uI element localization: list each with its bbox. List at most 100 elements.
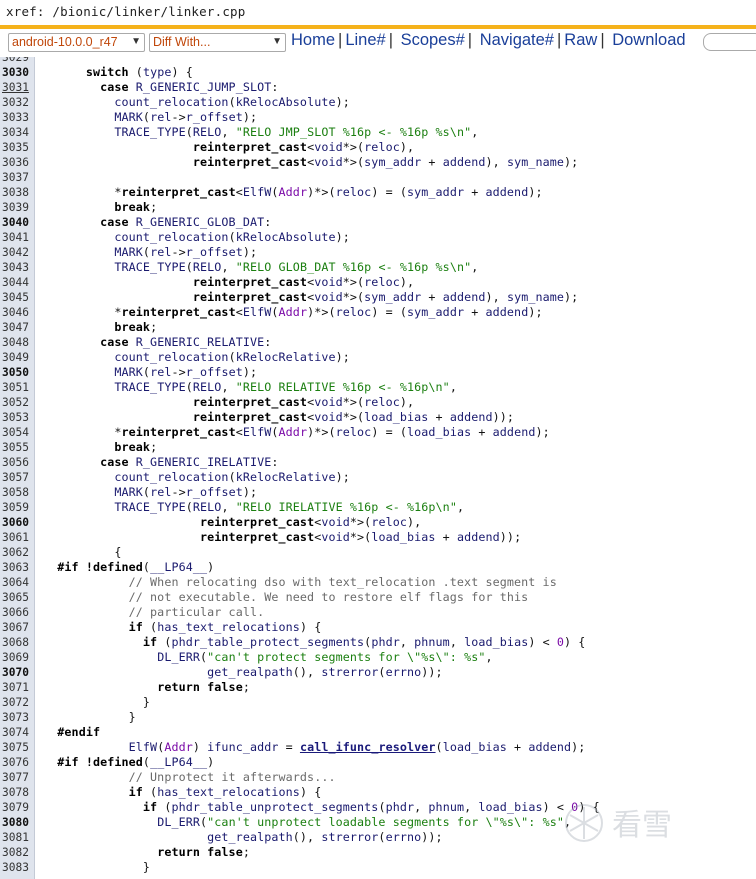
line-number-link[interactable]: 3030 xyxy=(2,65,29,80)
code-line: 3034 TRACE_TYPE(RELO, "RELO JMP_SLOT %16… xyxy=(0,125,756,140)
line-number-link[interactable]: 3034 xyxy=(2,125,29,140)
line-number-link[interactable]: 3056 xyxy=(2,455,29,470)
line-number-link[interactable]: 3080 xyxy=(2,815,29,830)
code-text: count_relocation(kRelocRelative); xyxy=(114,470,350,484)
code-text: break; xyxy=(114,200,158,214)
nav-navigate-link[interactable]: Navigate# xyxy=(480,31,554,49)
line-number-link[interactable]: 3044 xyxy=(2,275,29,290)
line-number-link[interactable]: 3072 xyxy=(2,695,29,710)
line-number-link[interactable]: 3051 xyxy=(2,380,29,395)
chevron-down-icon: ▼ xyxy=(272,36,282,47)
code-view: 3029 3030 switch (type) {3031 case R_GENE… xyxy=(0,57,756,879)
code-text: if (phdr_table_unprotect_segments(phdr, … xyxy=(142,800,600,814)
code-line: 3070 get_realpath(), strerror(errno)); xyxy=(0,665,756,680)
line-number-link[interactable]: 3053 xyxy=(2,410,29,425)
line-number-link[interactable]: 3035 xyxy=(2,140,29,155)
code-text: get_realpath(), strerror(errno)); xyxy=(207,665,443,679)
code-line: 3065 // not executable. We need to resto… xyxy=(0,590,756,605)
line-number-link[interactable]: 3048 xyxy=(2,335,29,350)
line-number-link[interactable]: 3033 xyxy=(2,110,29,125)
line-number-link[interactable]: 3049 xyxy=(2,350,29,365)
code-text: // When relocating dso with text_relocat… xyxy=(128,575,557,589)
line-number-link[interactable]: 3031 xyxy=(2,80,29,95)
line-number-link[interactable]: 3040 xyxy=(2,215,29,230)
line-number-link[interactable]: 3069 xyxy=(2,650,29,665)
code-text: case R_GENERIC_RELATIVE: xyxy=(100,335,272,349)
diff-select-label: Diff With... xyxy=(153,35,211,49)
line-number-link[interactable]: 3036 xyxy=(2,155,29,170)
line-number-link[interactable]: 3073 xyxy=(2,710,29,725)
code-text: count_relocation(kRelocAbsolute); xyxy=(114,230,350,244)
code-text: // Unprotect it afterwards... xyxy=(128,770,336,784)
code-line: 3046 *reinterpret_cast<ElfW(Addr)*>(relo… xyxy=(0,305,756,320)
line-number-link[interactable]: 3047 xyxy=(2,320,29,335)
code-text: MARK(rel->r_offset); xyxy=(114,365,258,379)
code-text: return false; xyxy=(157,845,250,859)
code-line: 3056 case R_GENERIC_IRELATIVE: xyxy=(0,455,756,470)
search-input[interactable] xyxy=(703,33,756,51)
code-text: TRACE_TYPE(RELO, "RELO GLOB_DAT %16p <- … xyxy=(114,260,479,274)
line-number-link[interactable]: 3082 xyxy=(2,845,29,860)
line-number-link[interactable]: 3037 xyxy=(2,170,29,185)
code-line: 3052 reinterpret_cast<void*>(reloc), xyxy=(0,395,756,410)
line-number-link[interactable]: 3032 xyxy=(2,95,29,110)
nav-download-link[interactable]: Download xyxy=(612,31,685,49)
code-line: 3055 break; xyxy=(0,440,756,455)
line-number-link[interactable]: 3059 xyxy=(2,500,29,515)
code-line: 3068 if (phdr_table_protect_segments(phd… xyxy=(0,635,756,650)
nav-scopes-link[interactable]: Scopes# xyxy=(401,31,465,49)
line-number-link[interactable]: 3063 xyxy=(2,560,29,575)
nav-raw-link[interactable]: Raw xyxy=(564,31,597,49)
line-number-link[interactable]: 3065 xyxy=(2,590,29,605)
line-number-link[interactable]: 3029 xyxy=(2,57,29,65)
code-line: 3062 { xyxy=(0,545,756,560)
line-number-link[interactable]: 3067 xyxy=(2,620,29,635)
line-number-link[interactable]: 3076 xyxy=(2,755,29,770)
code-text: #if !defined(__LP64__) xyxy=(57,560,215,574)
line-number-link[interactable]: 3039 xyxy=(2,200,29,215)
version-select[interactable]: android-10.0.0_r47 ▼ xyxy=(8,33,145,52)
line-number-link[interactable]: 3038 xyxy=(2,185,29,200)
code-text: if (phdr_table_protect_segments(phdr, ph… xyxy=(142,635,586,649)
line-number-link[interactable]: 3066 xyxy=(2,605,29,620)
code-text: *reinterpret_cast<ElfW(Addr)*>(reloc) = … xyxy=(43,305,543,319)
nav-line-link[interactable]: Line# xyxy=(345,31,385,49)
line-number-link[interactable]: 3045 xyxy=(2,290,29,305)
diff-select[interactable]: Diff With... ▼ xyxy=(149,33,286,52)
line-number-link[interactable]: 3081 xyxy=(2,830,29,845)
code-line: 3058 MARK(rel->r_offset); xyxy=(0,485,756,500)
line-number-link[interactable]: 3061 xyxy=(2,530,29,545)
line-number-link[interactable]: 3075 xyxy=(2,740,29,755)
code-text: TRACE_TYPE(RELO, "RELO IRELATIVE %16p <-… xyxy=(114,500,465,514)
line-number-link[interactable]: 3054 xyxy=(2,425,29,440)
code-text: reinterpret_cast<void*>(reloc), xyxy=(192,275,415,289)
code-line: 3035 reinterpret_cast<void*>(reloc), xyxy=(0,140,756,155)
line-number-link[interactable]: 3057 xyxy=(2,470,29,485)
code-text: if (has_text_relocations) { xyxy=(128,785,322,799)
line-number-link[interactable]: 3046 xyxy=(2,305,29,320)
line-number-link[interactable]: 3074 xyxy=(2,725,29,740)
code-line: 3051 TRACE_TYPE(RELO, "RELO RELATIVE %16… xyxy=(0,380,756,395)
line-number-link[interactable]: 3077 xyxy=(2,770,29,785)
line-number-link[interactable]: 3083 xyxy=(2,860,29,875)
nav-home-link[interactable]: Home xyxy=(291,31,335,49)
line-number-link[interactable]: 3041 xyxy=(2,230,29,245)
line-number-link[interactable]: 3070 xyxy=(2,665,29,680)
code-line: 3042 MARK(rel->r_offset); xyxy=(0,245,756,260)
line-number-link[interactable]: 3062 xyxy=(2,545,29,560)
line-number-link[interactable]: 3064 xyxy=(2,575,29,590)
line-number-link[interactable]: 3055 xyxy=(2,440,29,455)
code-text: count_relocation(kRelocAbsolute); xyxy=(114,95,350,109)
line-number-link[interactable]: 3079 xyxy=(2,800,29,815)
line-number-link[interactable]: 3071 xyxy=(2,680,29,695)
line-number-link[interactable]: 3058 xyxy=(2,485,29,500)
line-number-link[interactable]: 3042 xyxy=(2,245,29,260)
line-number-link[interactable]: 3060 xyxy=(2,515,29,530)
line-number-link[interactable]: 3078 xyxy=(2,785,29,800)
line-number-link[interactable]: 3043 xyxy=(2,260,29,275)
line-number-link[interactable]: 3050 xyxy=(2,365,29,380)
line-number-link[interactable]: 3068 xyxy=(2,635,29,650)
code-text: ElfW(Addr) ifunc_addr = call_ifunc_resol… xyxy=(128,740,586,754)
code-text: break; xyxy=(114,440,158,454)
line-number-link[interactable]: 3052 xyxy=(2,395,29,410)
